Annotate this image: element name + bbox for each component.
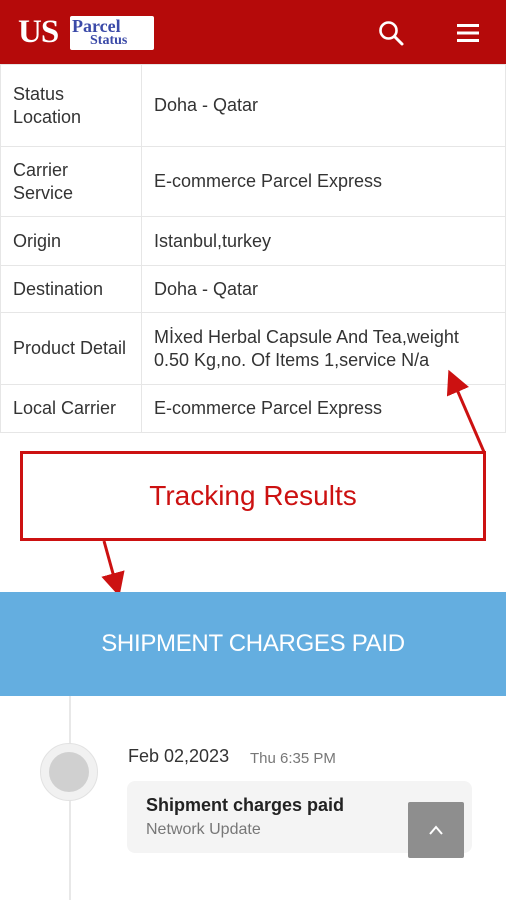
row-label: Origin xyxy=(0,216,142,266)
header-bar: US Parcel Status xyxy=(0,0,506,64)
table-row: Destination Doha - Qatar xyxy=(0,265,506,313)
status-banner-text: SHIPMENT CHARGES PAID xyxy=(101,630,405,657)
tracking-results-callout: Tracking Results xyxy=(20,451,486,541)
search-icon[interactable] xyxy=(376,18,406,48)
row-value: Doha - Qatar xyxy=(141,265,506,313)
row-value: E-commerce Parcel Express xyxy=(141,146,506,217)
table-row: Carrier Service E-commerce Parcel Express xyxy=(0,146,506,217)
row-value: Doha - Qatar xyxy=(141,64,506,147)
tracking-details-table: Status Location Doha - Qatar Carrier Servi… xyxy=(0,64,506,433)
hamburger-menu-icon[interactable] xyxy=(454,20,482,46)
logo-us-text: US xyxy=(18,14,59,50)
event-date: Feb 02,2023 xyxy=(128,746,230,766)
row-value: Istanbul,turkey xyxy=(141,216,506,266)
arrow-to-banner xyxy=(101,540,125,597)
table-row: Product Detail Mİxed Herbal Capsule And … xyxy=(0,312,506,385)
event-time: Thu 6:35 PM xyxy=(250,750,336,767)
row-label: Destination xyxy=(0,265,142,313)
scroll-to-top-button[interactable] xyxy=(408,802,464,858)
status-banner: SHIPMENT CHARGES PAID xyxy=(0,592,506,696)
chevron-up-icon xyxy=(429,825,443,835)
row-label: Carrier Service xyxy=(0,146,142,217)
row-value: Mİxed Herbal Capsule And Tea,weight 0.50 … xyxy=(141,312,506,385)
event-title: Shipment charges paid xyxy=(146,795,345,815)
row-label: Status Location xyxy=(0,64,142,147)
logo-status-text: Status xyxy=(90,33,128,48)
row-label: Product Detail xyxy=(0,312,142,385)
row-label: Local Carrier xyxy=(0,384,142,433)
timeline-dot xyxy=(40,743,98,801)
callout-text: Tracking Results xyxy=(149,480,357,511)
event-subtitle: Network Update xyxy=(146,821,261,838)
table-row: Status Location Doha - Qatar xyxy=(0,64,506,147)
table-row: Origin Istanbul,turkey xyxy=(0,216,506,266)
table-row: Local Carrier E-commerce Parcel Express xyxy=(0,384,506,433)
row-value: E-commerce Parcel Express xyxy=(141,384,506,433)
site-logo[interactable]: US Parcel Status xyxy=(18,10,158,56)
